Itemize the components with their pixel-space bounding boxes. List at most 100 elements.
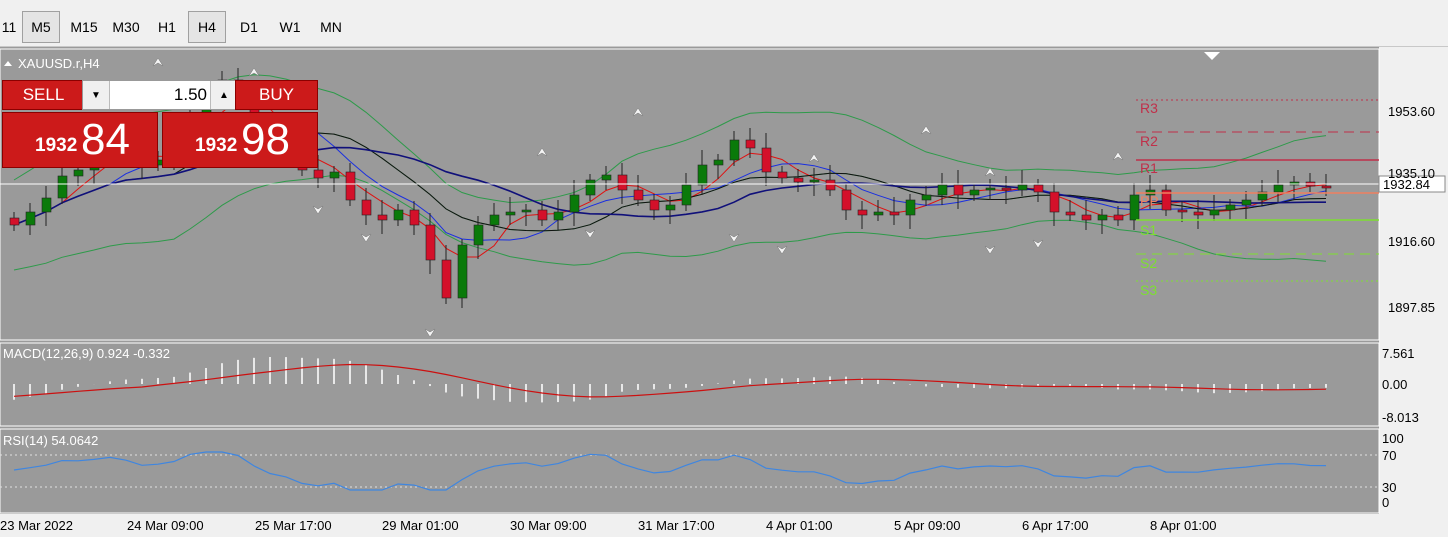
bear-candle — [745, 139, 756, 149]
bull-candle — [457, 244, 468, 299]
bull-candle — [681, 184, 692, 206]
bear-candle — [537, 209, 548, 221]
symbol-collapse-icon — [4, 61, 12, 66]
bear-candle — [345, 171, 356, 201]
macd-panel-frame — [0, 342, 1380, 427]
fractal-up-icon — [536, 147, 548, 157]
rsi-title: RSI(14) 54.0642 — [3, 433, 98, 448]
bear-candle — [1321, 185, 1332, 189]
macd-signal-line — [13, 363, 1327, 398]
bull-candle — [697, 164, 708, 186]
price-axis-label: 1935.10 — [1388, 166, 1435, 181]
bull-candle — [713, 159, 724, 166]
chart-shift-marker — [1204, 52, 1220, 60]
bull-candle — [873, 211, 884, 216]
lot-size-input[interactable]: 1.50 — [113, 85, 207, 105]
bear-candle — [633, 189, 644, 201]
buy-button[interactable]: BUY — [235, 80, 318, 110]
date-axis-label: 23 Mar 2022 — [0, 518, 73, 533]
price-axis-label: 1916.60 — [1388, 234, 1435, 249]
fractal-up-icon — [984, 167, 996, 177]
bull-candle — [1129, 194, 1140, 221]
date-axis-label: 29 Mar 01:00 — [382, 518, 459, 533]
macd-histogram — [13, 357, 1327, 403]
lot-increase-icon[interactable]: ▲ — [210, 81, 237, 109]
fractal-down-icon — [424, 328, 436, 338]
lot-decrease-icon[interactable]: ▼ — [83, 81, 110, 109]
fractal-up-icon — [632, 107, 644, 117]
sell-price-big: 84 — [81, 115, 130, 164]
bear-candle — [313, 169, 324, 179]
bear-candle — [425, 224, 436, 261]
fractal-down-icon — [312, 205, 324, 215]
fractal-down-icon — [1032, 239, 1044, 249]
bull-candle — [1273, 184, 1284, 193]
price-axis-label: 1953.60 — [1388, 104, 1435, 119]
fractal-up-icon — [152, 57, 164, 67]
fractal-down-icon — [584, 229, 596, 239]
bull-candle — [521, 209, 532, 213]
bull-candle — [809, 179, 820, 183]
date-axis-label: 8 Apr 01:00 — [1150, 518, 1217, 533]
bear-candle — [857, 209, 868, 216]
bear-candle — [761, 147, 772, 173]
pivot-label-s2: S2 — [1140, 255, 1157, 271]
fractal-up-icon — [1112, 151, 1124, 161]
bull-candle — [553, 211, 564, 221]
buy-price-button[interactable]: 1932 98 — [162, 112, 318, 168]
date-axis-label: 31 Mar 17:00 — [638, 518, 715, 533]
bear-candle — [361, 199, 372, 216]
rsi-axis-label: 30 — [1382, 480, 1396, 495]
bear-candle — [825, 179, 836, 191]
date-axis-label: 24 Mar 09:00 — [127, 518, 204, 533]
rsi-panel-frame — [0, 428, 1380, 514]
fractal-down-icon — [984, 245, 996, 255]
sell-price-button[interactable]: 1932 84 — [2, 112, 158, 168]
date-axis-label: 5 Apr 09:00 — [894, 518, 961, 533]
pivot-label-r2: R2 — [1140, 133, 1158, 149]
bear-candle — [793, 177, 804, 183]
bear-candle — [377, 214, 388, 221]
bull-candle — [57, 175, 68, 199]
pivot-label-s1: S1 — [1140, 222, 1157, 238]
bear-candle — [953, 184, 964, 196]
fractal-up-icon — [808, 153, 820, 163]
bull-candle — [25, 211, 36, 226]
bull-candle — [41, 197, 52, 213]
fractal-down-icon — [728, 233, 740, 243]
bull-candle — [393, 209, 404, 221]
macd-title: MACD(12,26,9) 0.924 -0.332 — [3, 346, 170, 361]
price-axis-label: 1897.85 — [1388, 300, 1435, 315]
bull-candle — [489, 214, 500, 226]
fractal-up-icon — [920, 125, 932, 135]
bear-candle — [617, 174, 628, 191]
bull-candle — [329, 171, 340, 179]
lot-size-stepper[interactable]: ▼ 1.50 ▲ — [82, 80, 238, 110]
macd-axis-label: -8.013 — [1382, 410, 1419, 425]
bull-candle — [473, 224, 484, 246]
bear-candle — [9, 217, 20, 226]
bull-candle — [1209, 209, 1220, 216]
rsi-line-path — [13, 451, 1327, 491]
date-axis-bg — [0, 514, 1448, 537]
date-axis-label: 25 Mar 17:00 — [255, 518, 332, 533]
rsi-axis-label: 100 — [1382, 431, 1404, 446]
bear-candle — [1033, 184, 1044, 193]
bull-candle — [601, 174, 612, 181]
one-click-trading-panel: SELL ▼ 1.50 ▲ BUY 1932 84 1932 98 — [2, 80, 318, 170]
bear-candle — [649, 199, 660, 211]
sell-button[interactable]: SELL — [2, 80, 85, 110]
bull-candle — [937, 184, 948, 196]
sell-price-small: 1932 — [35, 135, 78, 156]
bull-candle — [1241, 199, 1252, 206]
rsi-line — [13, 451, 1327, 491]
bull-candle — [905, 199, 916, 216]
bull-candle — [585, 179, 596, 196]
bear-candle — [1113, 214, 1124, 221]
pivot-label-r3: R3 — [1140, 100, 1158, 116]
bear-candle — [1193, 211, 1204, 216]
bull-candle — [985, 187, 996, 191]
bull-candle — [73, 169, 84, 177]
macd-axis-label: 0.00 — [1382, 377, 1407, 392]
bear-candle — [409, 209, 420, 226]
